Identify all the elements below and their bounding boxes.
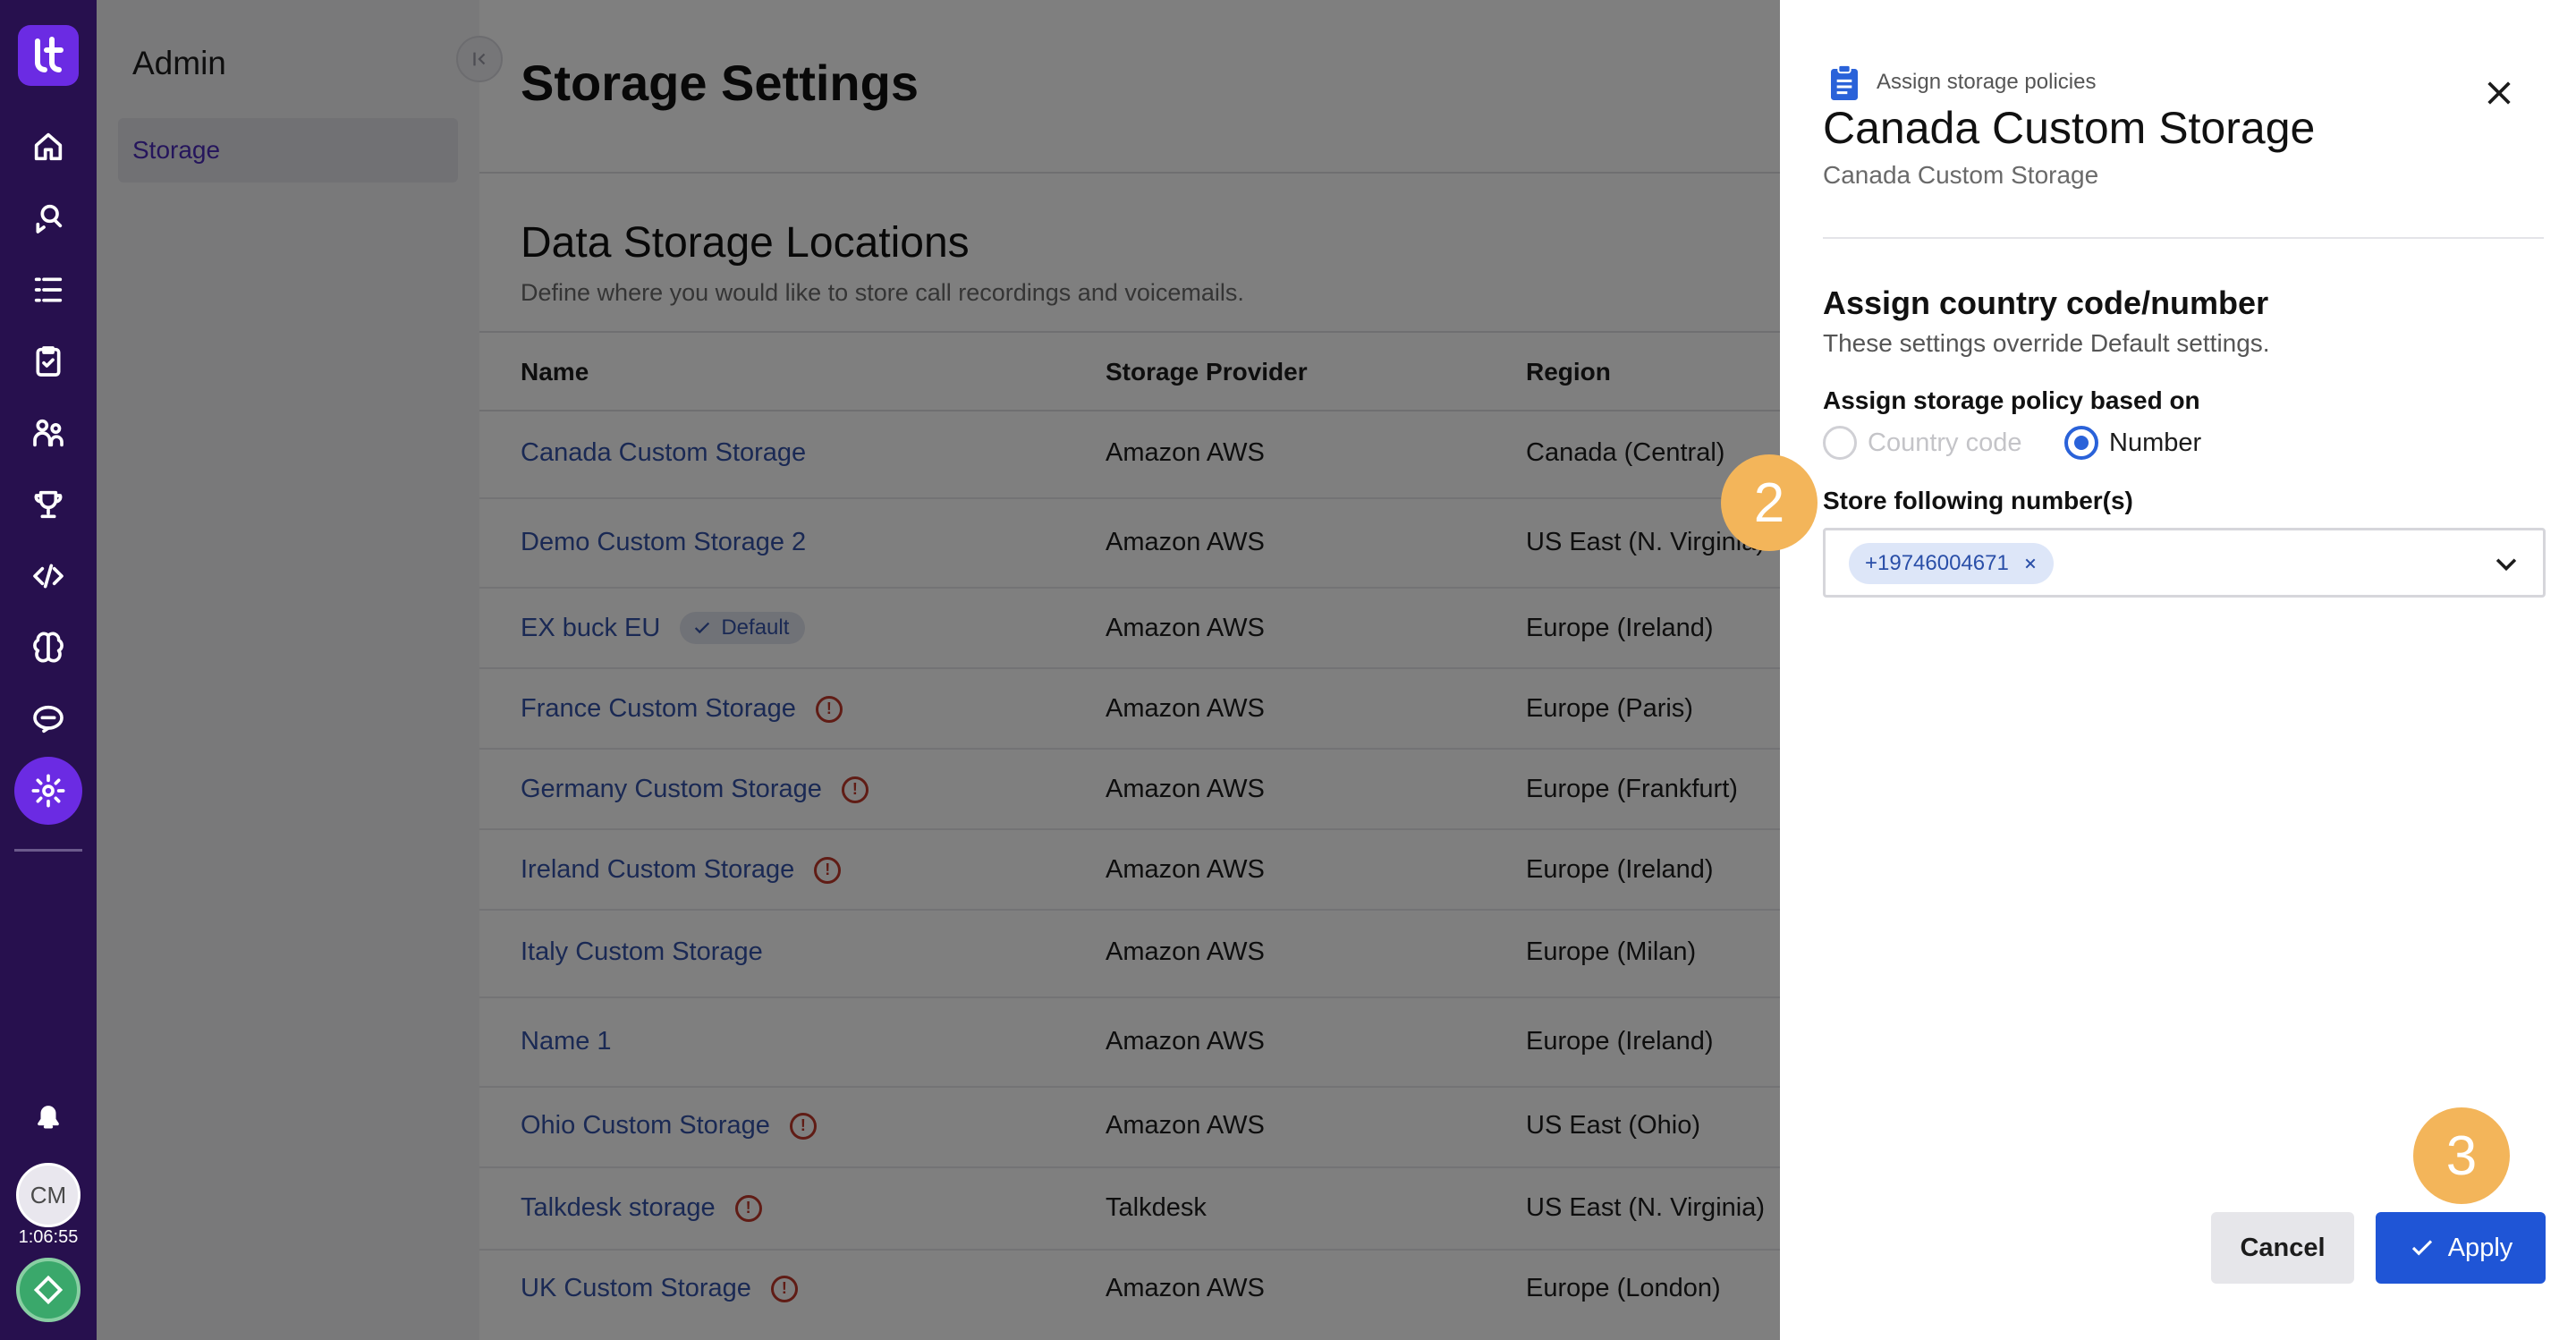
people-icon[interactable] [25,410,72,456]
radio-circle[interactable] [1823,426,1857,460]
drawer-divider [1823,237,2544,239]
step-marker-3: 3 [2413,1107,2510,1204]
radio-label: Country code [1868,428,2022,457]
trophy-icon[interactable] [25,481,72,528]
agent-icon[interactable] [25,195,72,242]
number-chip: +19746004671 [1849,543,2054,584]
close-icon[interactable] [2478,72,2521,114]
assign-section-title: Assign country code/number [1823,284,2269,321]
chevron-down-icon[interactable] [2491,548,2521,579]
bell-icon[interactable] [25,1093,72,1140]
numbers-label: Store following number(s) [1823,487,2133,514]
number-chip-label: +19746004671 [1865,551,2009,575]
drawer-title: Canada Custom Storage [1823,103,2316,153]
app-rail: CM 1:06:55 [0,0,97,1340]
availability-status[interactable] [16,1258,80,1322]
radio-number[interactable]: Number [2064,426,2201,460]
list-icon[interactable] [25,267,72,313]
apply-button-label: Apply [2447,1233,2513,1262]
drawer-eyebrow: Assign storage policies [1826,63,2096,102]
clipboard-list-icon [1831,64,1858,100]
assign-section-subtitle: These settings override Default settings… [1823,329,2270,357]
code-icon[interactable] [25,553,72,599]
clipboard-icon[interactable] [25,338,72,385]
numbers-multiselect[interactable]: +19746004671 [1823,528,2546,598]
chat-icon[interactable] [25,696,72,742]
step-marker-2: 2 [1721,454,1818,551]
rail-divider [14,849,82,852]
brain-icon[interactable] [25,624,72,671]
modal-backdrop[interactable] [97,0,1780,1340]
cancel-button[interactable]: Cancel [2211,1212,2354,1284]
home-icon[interactable] [25,123,72,170]
radio-label: Number [2109,428,2202,457]
session-timer: 1:06:55 [18,1227,79,1247]
policy-label: Assign storage policy based on [1823,386,2200,414]
radio-country-code[interactable]: Country code [1823,426,2022,460]
remove-chip-icon[interactable] [2023,556,2038,571]
drawer-eyebrow-label: Assign storage policies [1877,70,2097,94]
drawer-subtitle: Canada Custom Storage [1823,161,2099,189]
apply-button[interactable]: Apply [2376,1212,2546,1284]
talkdesk-logo[interactable] [18,25,79,86]
avatar[interactable]: CM [16,1163,80,1227]
check-icon [2411,1240,2432,1256]
settings-icon[interactable] [14,757,82,825]
radio-circle[interactable] [2064,426,2098,460]
